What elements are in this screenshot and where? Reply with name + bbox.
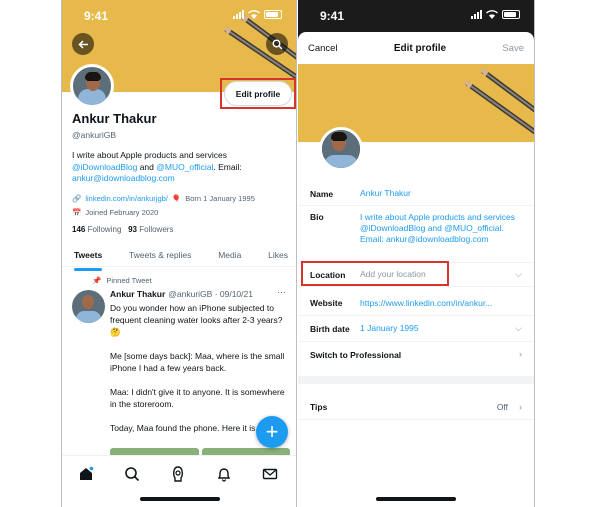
birth-date-label: Birth date xyxy=(310,323,350,334)
notifications-icon[interactable] xyxy=(216,466,232,482)
profile-joined-row: 📅 Joined February 2020 xyxy=(72,208,158,217)
battery-icon xyxy=(264,10,282,19)
home-indicator xyxy=(140,497,220,501)
chevron-right-icon[interactable]: › xyxy=(519,349,522,359)
compose-tweet-button[interactable]: + xyxy=(256,416,288,448)
profile-birthdate: Born 1 January 1995 xyxy=(185,194,255,203)
tweet-handle-date: @ankuriGB · 09/10/21 xyxy=(168,289,253,299)
status-time-right: 9:41 xyxy=(320,9,345,23)
profile-bio: I write about Apple products and service… xyxy=(72,150,242,183)
wifi-icon xyxy=(248,10,260,19)
link-icon: 🔗 xyxy=(72,194,82,203)
birth-date-value[interactable]: 1 January 1995 xyxy=(358,323,534,334)
back-arrow-icon[interactable] xyxy=(72,33,94,55)
tweet-author[interactable]: Ankur Thakur xyxy=(110,289,165,299)
switch-professional-label[interactable]: Switch to Professional xyxy=(298,350,401,360)
followers-count[interactable]: 93 xyxy=(128,225,137,234)
mention-muo[interactable]: @MUO_official xyxy=(156,162,213,172)
follow-stats: 146 Following 93 Followers xyxy=(72,225,173,234)
profile-joined: Joined February 2020 xyxy=(85,208,159,217)
bio-field-row[interactable]: Bio I write about Apple products and ser… xyxy=(298,206,534,263)
search-nav-icon[interactable] xyxy=(124,466,140,482)
profile-handle: @ankuriGB xyxy=(72,130,117,140)
location-highlight xyxy=(301,261,449,286)
pinned-label: 📌 Pinned Tweet xyxy=(92,276,152,285)
sheet-header: Cancel Edit profile Save xyxy=(298,32,534,64)
tips-row[interactable]: Tips Off › xyxy=(298,394,534,420)
wifi-icon xyxy=(486,10,498,19)
edit-avatar[interactable] xyxy=(319,127,363,171)
signal-icon xyxy=(233,10,244,19)
bottom-nav xyxy=(62,455,296,507)
email-link[interactable]: ankur@idownloadblog.com xyxy=(72,173,175,183)
name-field-row[interactable]: Name Ankur Thakur xyxy=(298,182,534,206)
tab-tweets[interactable]: Tweets xyxy=(74,245,103,271)
balloon-icon: 🎈 xyxy=(171,194,182,203)
following-label[interactable]: Following xyxy=(88,225,122,234)
profile-website-link[interactable]: linkedin.com/in/ankurjgb/ xyxy=(85,194,168,203)
chevron-down-icon[interactable]: ⌵ xyxy=(515,323,522,334)
mention-idownloadblog[interactable]: @iDownloadBlog xyxy=(72,162,137,172)
messages-icon[interactable] xyxy=(262,466,278,482)
profile-screen: 9:41 Edit profile Ankur Thakur @ankuriGB… xyxy=(61,0,297,507)
profile-tabs: Tweets Tweets & replies Media Likes xyxy=(62,245,296,271)
status-bar-right: 9:41 xyxy=(298,0,534,30)
cancel-button[interactable]: Cancel xyxy=(308,43,338,54)
home-indicator xyxy=(376,497,456,501)
home-icon[interactable] xyxy=(78,466,94,482)
save-button[interactable]: Save xyxy=(502,43,524,54)
edit-profile-screen: 9:41 Cancel Edit profile Save Name Ankur… xyxy=(298,0,535,507)
name-value[interactable]: Ankur Thakur xyxy=(348,188,534,199)
edit-profile-sheet: Cancel Edit profile Save Name Ankur Thak… xyxy=(298,32,534,507)
profile-name: Ankur Thakur xyxy=(72,111,157,126)
pin-icon: 📌 xyxy=(92,276,102,285)
battery-icon xyxy=(502,10,520,19)
followers-label[interactable]: Followers xyxy=(139,225,173,234)
chevron-down-icon[interactable]: ⌵ xyxy=(515,269,522,280)
website-label: Website xyxy=(310,298,343,308)
tips-label: Tips xyxy=(310,401,328,412)
tab-media[interactable]: Media xyxy=(218,245,241,266)
status-time: 9:41 xyxy=(84,9,109,23)
more-options-icon[interactable]: ··· xyxy=(277,287,286,297)
tab-likes[interactable]: Likes xyxy=(268,245,288,266)
name-label: Name xyxy=(310,188,334,199)
following-count[interactable]: 146 xyxy=(72,225,85,234)
tweet-avatar[interactable] xyxy=(72,290,105,323)
website-field-row[interactable]: Website https://www.linkedin.com/in/anku… xyxy=(298,291,534,316)
sheet-title: Edit profile xyxy=(393,42,447,54)
tweet-header: Ankur Thakur @ankuriGB · 09/10/21 xyxy=(110,289,253,299)
bio-label: Bio xyxy=(310,212,324,222)
search-icon[interactable] xyxy=(266,33,288,55)
birth-date-row[interactable]: Birth date 1 January 1995 ⌵ xyxy=(298,316,534,342)
edit-profile-highlight xyxy=(220,78,296,109)
spaces-icon[interactable] xyxy=(170,466,186,482)
chevron-right-icon[interactable]: › xyxy=(519,402,522,412)
switch-professional-row[interactable]: Switch to Professional › xyxy=(298,342,534,384)
profile-meta-row: 🔗 linkedin.com/in/ankurjgb/ 🎈 Born 1 Jan… xyxy=(72,194,255,203)
website-value[interactable]: https://www.linkedin.com/in/ankur... xyxy=(348,298,534,309)
status-bar: 9:41 xyxy=(62,0,296,30)
profile-avatar[interactable] xyxy=(70,64,114,108)
tab-tweets-replies[interactable]: Tweets & replies xyxy=(129,245,191,266)
tips-value: Off xyxy=(496,401,508,412)
signal-icon xyxy=(471,10,482,19)
bio-value[interactable]: I write about Apple products and service… xyxy=(348,212,534,262)
calendar-icon: 📅 xyxy=(72,208,82,217)
